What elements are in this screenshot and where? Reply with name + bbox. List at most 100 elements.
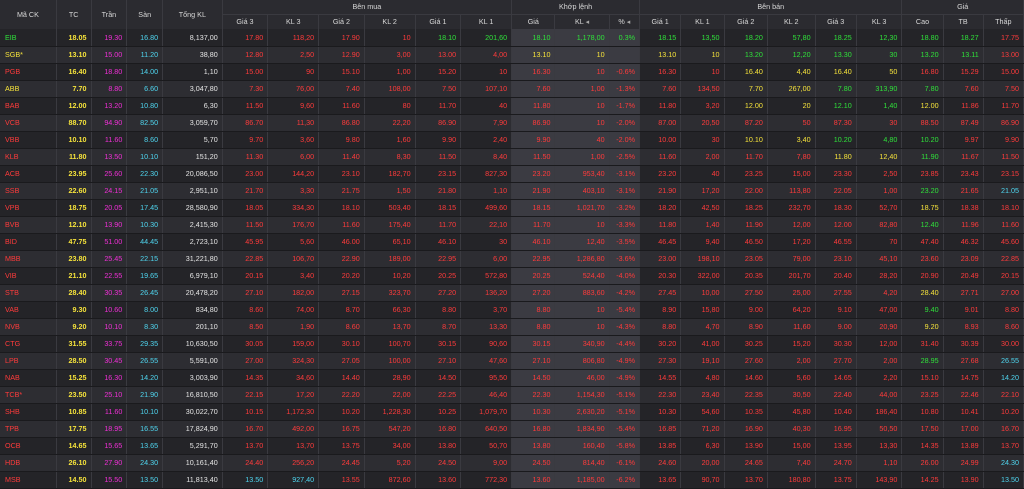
col-sell-3[interactable]: KL 2 — [767, 14, 816, 29]
table-row[interactable]: LPB 28.50 30.45 26.55 5,591,00 27.00 324,30 27.… — [0, 352, 1024, 370]
table-row[interactable]: KLB 11.80 13.50 10.10 151,20 11.30 6,00 11.40 8,… — [0, 148, 1024, 166]
cell-sell-w2: 30,50 — [767, 386, 816, 404]
col-match-1[interactable]: KL ◂ — [554, 14, 610, 29]
cell-symbol[interactable]: BVB — [0, 216, 57, 234]
cell-symbol[interactable]: VBB — [0, 131, 57, 149]
cell-symbol[interactable]: VPB — [0, 199, 57, 217]
col-buy-2[interactable]: Giá 2 — [318, 14, 365, 29]
cell-symbol[interactable]: ABB — [0, 80, 57, 98]
col-buy-5[interactable]: KL 1 — [460, 14, 513, 29]
table-row[interactable]: SSB 22.60 24.15 21.05 2,951,10 21.70 3,30 21.75… — [0, 182, 1024, 200]
cell-symbol[interactable]: SSB — [0, 182, 57, 200]
sort-icon[interactable]: ◂ — [625, 19, 631, 26]
table-row[interactable]: PGB 16.40 18.80 14.00 1,10 15.00 90 15.10 1,00 15… — [0, 63, 1024, 81]
table-row[interactable]: VBB 10.10 11.60 8.60 5,70 9.70 3,60 9.80 1,60 9.9… — [0, 131, 1024, 149]
cell-symbol[interactable]: BID — [0, 233, 57, 251]
cell-symbol[interactable]: MBB — [0, 250, 57, 268]
col-match-2[interactable]: % ◂ — [609, 14, 641, 29]
cell-symbol[interactable]: CTG — [0, 335, 57, 353]
cell-symbol[interactable]: NAB — [0, 369, 57, 387]
cell-symbol[interactable]: NVB — [0, 318, 57, 336]
cell-avg: 11.67 — [943, 148, 984, 166]
table-row[interactable]: TPB 17.75 18.95 16.55 17,824,90 16.70 492,00 16… — [0, 420, 1024, 438]
cell-symbol[interactable]: ACB — [0, 165, 57, 183]
cell-sell-s2: 16.90 — [724, 420, 768, 438]
cell-buy-v3: 90 — [267, 63, 320, 81]
col-price-0[interactable]: Cao — [901, 14, 944, 29]
cell-symbol[interactable]: LPB — [0, 352, 57, 370]
table-row[interactable]: ACB 23.95 25.60 22.30 20,086,50 23.00 144,20 23… — [0, 165, 1024, 183]
cell-match-percent: -4.9% — [609, 352, 641, 370]
table-row[interactable]: BID 47.75 51.00 44.45 2,723,10 45.95 5,60 46.00… — [0, 233, 1024, 251]
cell-buy-v2: 547,20 — [364, 420, 416, 438]
cell-high: 23.25 — [901, 386, 944, 404]
cell-symbol[interactable]: OCB — [0, 437, 57, 455]
cell-symbol[interactable]: EIB — [0, 29, 57, 47]
col-symbol[interactable]: Mã CK — [0, 0, 57, 29]
table-row[interactable]: SGB* 13.10 15.00 11.20 38,80 12.80 2,50 12.90 3,… — [0, 46, 1024, 64]
cell-high: 12.40 — [901, 216, 944, 234]
col-buy-0[interactable]: Giá 3 — [222, 14, 269, 29]
table-row[interactable]: NVB 9.20 10.10 8.30 201,10 8.50 1,90 8.60 13,70 8… — [0, 318, 1024, 336]
col-buy-4[interactable]: Giá 1 — [415, 14, 462, 29]
cell-match-volume: 953,40 — [554, 165, 610, 183]
cell-sell-w1: 19,10 — [680, 352, 725, 370]
table-row[interactable]: MSB 14.50 15.50 13.50 11,813,40 13.50 927,40 13… — [0, 471, 1024, 489]
table-row[interactable]: ABB 7.70 8.80 6.60 3,047,80 7.30 76,00 7.40 108,… — [0, 80, 1024, 98]
cell-sell-w1: 40 — [680, 165, 725, 183]
col-total-volume[interactable]: Tổng KL — [162, 0, 223, 29]
col-floor[interactable]: Sàn — [126, 0, 164, 29]
cell-symbol[interactable]: VIB — [0, 267, 57, 285]
cell-symbol[interactable]: PGB — [0, 63, 57, 81]
cell-symbol[interactable]: TCB* — [0, 386, 57, 404]
cell-buy-v2: 1,00 — [364, 63, 416, 81]
sort-icon[interactable]: ◂ — [584, 19, 590, 26]
table-row[interactable]: VAB 9.30 10.60 8.00 834,80 8.60 74,00 8.70 66,30… — [0, 301, 1024, 319]
cell-high: 15.10 — [901, 369, 944, 387]
cell-sell-w1: 4,80 — [680, 369, 725, 387]
col-buy-1[interactable]: KL 3 — [267, 14, 320, 29]
table-row[interactable]: VIB 21.10 22.55 19.65 6,979,10 20.15 3,40 20.20… — [0, 267, 1024, 285]
col-sell-4[interactable]: Giá 3 — [815, 14, 857, 29]
cell-symbol[interactable]: SGB* — [0, 46, 57, 64]
cell-symbol[interactable]: MSB — [0, 471, 57, 489]
cell-total-volume: 3,059,70 — [162, 114, 223, 132]
table-row[interactable]: EIB 18.05 19.30 16.80 8,137,00 17.80 118,20 17.… — [0, 29, 1024, 47]
cell-total-volume: 5,291,70 — [162, 437, 223, 455]
table-row[interactable]: MBB 23.80 25.45 22.15 31,221,80 22.85 106,70 22… — [0, 250, 1024, 268]
cell-symbol[interactable]: STB — [0, 284, 57, 302]
cell-symbol[interactable]: BAB — [0, 97, 57, 115]
col-buy-3[interactable]: KL 2 — [364, 14, 416, 29]
table-row[interactable]: CTG 31.55 33.75 29.35 10,630,50 30.05 159,00 30… — [0, 335, 1024, 353]
table-row[interactable]: BVB 12.10 13.90 10.30 2,415,30 11.50 176,70 11.… — [0, 216, 1024, 234]
table-row[interactable]: TCB* 23.50 25.10 21.90 16,810,50 22.15 17,20 22… — [0, 386, 1024, 404]
col-sell-1[interactable]: KL 1 — [680, 14, 725, 29]
col-ceil[interactable]: Trần — [91, 0, 128, 29]
cell-symbol[interactable]: SHB — [0, 403, 57, 421]
table-row[interactable]: VCB 88.70 94.90 82.50 3,059,70 86.70 11,30 86.8… — [0, 114, 1024, 132]
cell-buy-v1: 772,30 — [460, 471, 513, 489]
cell-avg: 15.29 — [943, 63, 984, 81]
cell-sell-w2: 113,80 — [767, 182, 816, 200]
col-ref[interactable]: TC — [56, 0, 92, 29]
cell-buy-b3: 45.95 — [222, 233, 269, 251]
table-row[interactable]: SHB 10.85 11.60 10.10 30,022,70 10.15 1,172,30… — [0, 403, 1024, 421]
table-row[interactable]: STB 28.40 30.35 26.45 20,478,20 27.10 182,00 27… — [0, 284, 1024, 302]
cell-ceil: 10.10 — [91, 318, 128, 336]
cell-symbol[interactable]: TPB — [0, 420, 57, 438]
table-row[interactable]: NAB 15.25 16.30 14.20 3,003,90 14.35 34,60 14.4… — [0, 369, 1024, 387]
col-match-0[interactable]: Giá — [511, 14, 556, 29]
col-price-2[interactable]: Thấp — [983, 14, 1024, 29]
cell-symbol[interactable]: VCB — [0, 114, 57, 132]
cell-symbol[interactable]: KLB — [0, 148, 57, 166]
table-row[interactable]: OCB 14.65 15.65 13.65 5,291,70 13.70 13,70 13.7… — [0, 437, 1024, 455]
table-row[interactable]: VPB 18.75 20.05 17.45 28,580,90 18.05 334,30 18… — [0, 199, 1024, 217]
col-sell-5[interactable]: KL 3 — [856, 14, 903, 29]
col-sell-2[interactable]: Giá 2 — [724, 14, 768, 29]
cell-symbol[interactable]: VAB — [0, 301, 57, 319]
cell-low: 13.70 — [983, 437, 1024, 455]
table-row[interactable]: BAB 12.00 13.20 10.80 6,30 11.50 9,60 11.60 80 11… — [0, 97, 1024, 115]
col-price-1[interactable]: TB — [943, 14, 984, 29]
col-sell-0[interactable]: Giá 1 — [639, 14, 682, 29]
cell-avg: 23.43 — [943, 165, 984, 183]
